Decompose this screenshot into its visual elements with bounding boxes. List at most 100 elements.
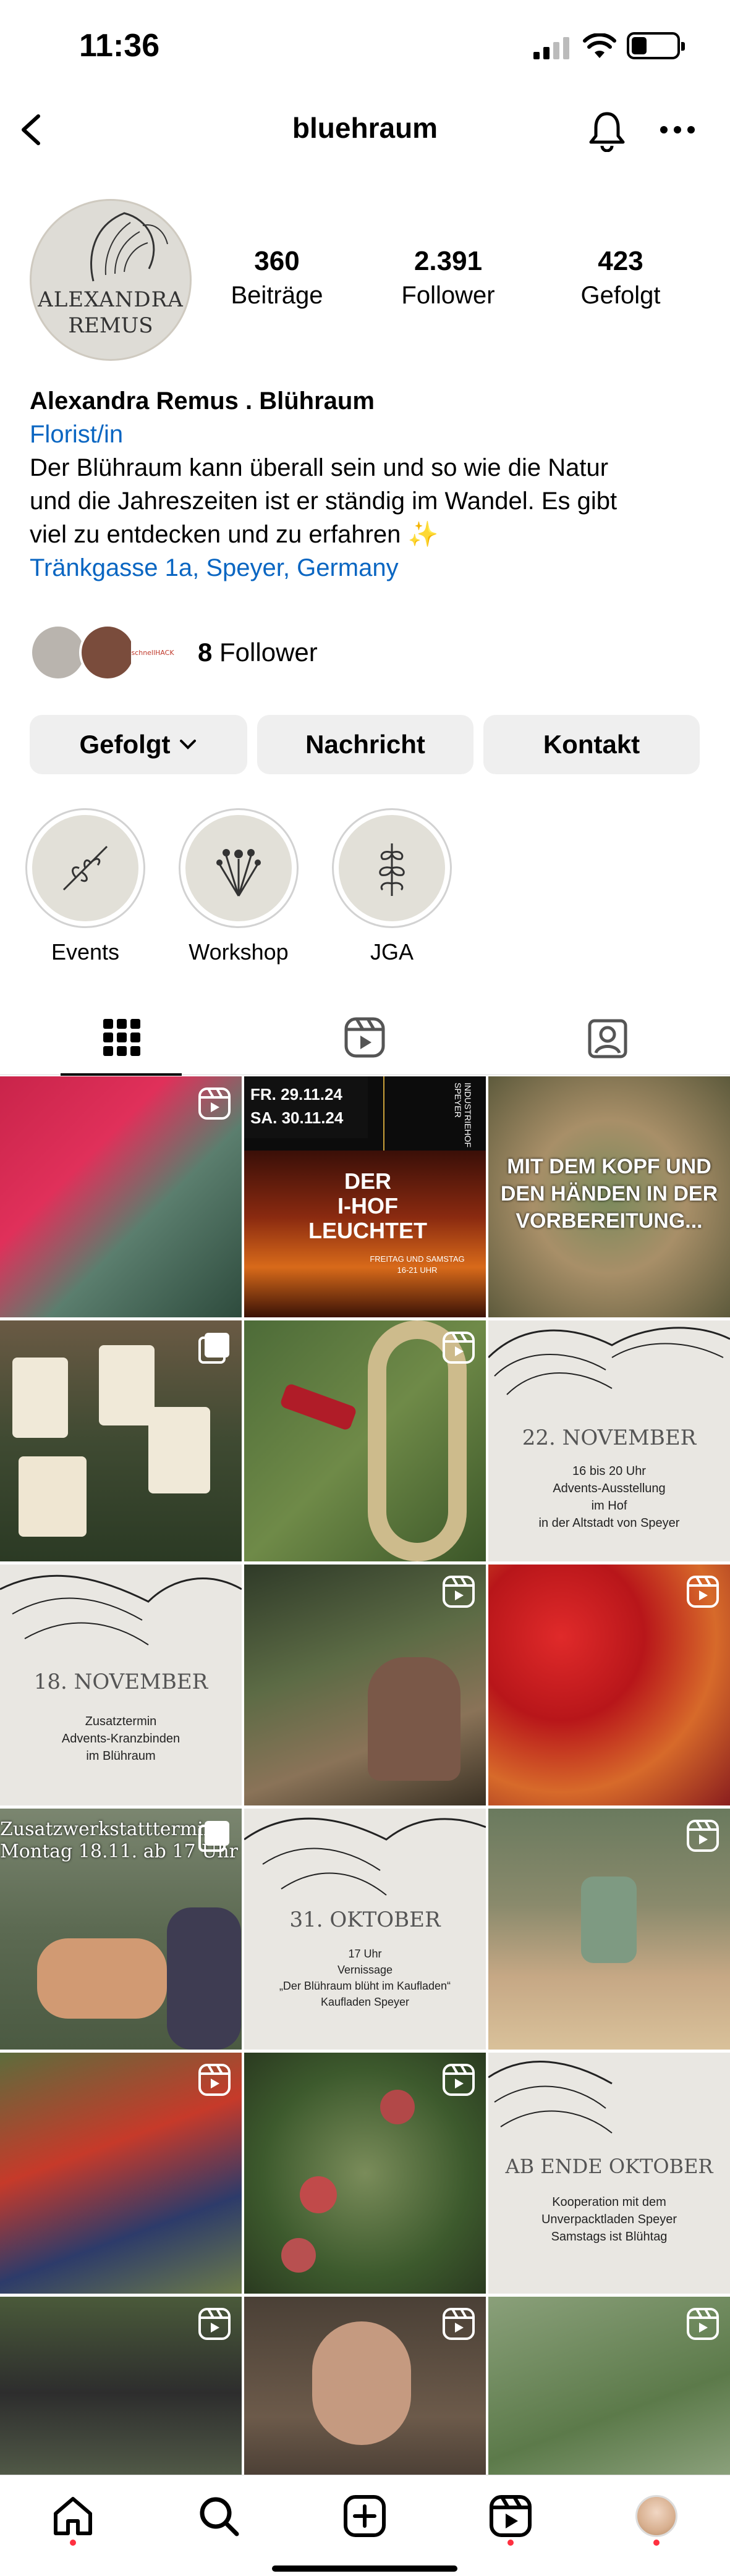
profile-avatar	[635, 2495, 677, 2537]
stat-posts-label: Beiträge	[231, 282, 323, 309]
post-event-details: 17 Uhr Vernissage „Der Blühraum blüht im…	[244, 1946, 486, 2010]
post-grid: FR. 29.11.24 SA. 30.11.24 INDUSTRIEHOF S…	[0, 1076, 730, 2475]
post-tile[interactable]	[488, 1809, 730, 2050]
leaf-drawing-icon	[488, 2061, 613, 2134]
post-time: 16-21 UHR	[397, 1265, 438, 1275]
stat-following[interactable]: 423 Gefolgt	[540, 246, 701, 310]
nav-reels[interactable]	[486, 2491, 535, 2541]
post-event-line: in der Altstadt von Speyer	[538, 1516, 680, 1530]
post-tile[interactable]	[0, 2297, 242, 2475]
highlight-jga[interactable]: JGA	[330, 808, 454, 965]
post-event-details: Kooperation mit dem Unverpacktladen Spey…	[488, 2194, 730, 2245]
stat-following-label: Gefolgt	[580, 282, 661, 309]
post-tile[interactable]: AB ENDE OKTOBER Kooperation mit dem Unve…	[488, 2053, 730, 2294]
profile-avatar[interactable]: ALEXANDRA REMUS	[30, 199, 192, 361]
mutual-followers[interactable]: schnellHACK 8 Follower	[30, 622, 462, 683]
profile-name: Alexandra Remus . Blühraum	[30, 387, 375, 415]
message-button-label: Nachricht	[305, 730, 425, 759]
contact-button[interactable]: Kontakt	[483, 715, 700, 774]
post-side-label: INDUSTRIEHOF SPEYER	[453, 1083, 473, 1147]
post-overlay-line: VORBEREITUNG...	[516, 1209, 703, 1233]
post-tile[interactable]	[488, 2297, 730, 2475]
status-time: 11:36	[79, 28, 160, 64]
post-tile[interactable]	[488, 1565, 730, 1805]
highlight-label: JGA	[370, 939, 414, 965]
mutual-label: Follower	[219, 638, 318, 667]
following-button[interactable]: Gefolgt	[30, 715, 247, 774]
stat-posts[interactable]: 360 Beiträge	[197, 246, 357, 310]
post-tile[interactable]	[244, 1565, 486, 1805]
notification-dot	[653, 2540, 660, 2546]
more-horizontal-icon[interactable]	[658, 124, 697, 136]
highlight-workshop[interactable]: Workshop	[177, 808, 300, 965]
plus-square-icon	[344, 2495, 386, 2537]
post-tile[interactable]: 18. NOVEMBER Zusatztermin Advents-Kranzb…	[0, 1565, 242, 1805]
post-event-line: Advents-Ausstellung	[553, 1482, 666, 1495]
highlight-events[interactable]: Events	[23, 808, 147, 965]
reels-icon	[344, 1017, 384, 1058]
post-event-line: im Hof	[591, 1499, 627, 1513]
stat-following-value: 423	[598, 246, 643, 276]
wifi-icon	[583, 33, 616, 58]
contact-button-label: Kontakt	[543, 730, 640, 759]
mutual-avatar	[79, 624, 136, 681]
post-tile[interactable]	[0, 1320, 242, 1561]
reels-badge-icon	[443, 2064, 475, 2096]
post-tile[interactable]: Zusatzwerkstatttermin Montag 18.11. ab 1…	[0, 1809, 242, 2050]
post-event-details: Zusatztermin Advents-Kranzbinden im Blüh…	[0, 1713, 242, 1765]
post-tile[interactable]: 22. NOVEMBER 16 bis 20 Uhr Advents-Ausst…	[488, 1320, 730, 1561]
post-tile[interactable]	[0, 2053, 242, 2294]
tagged-icon	[588, 1019, 627, 1058]
post-date: SA. 30.11.24	[250, 1109, 344, 1127]
post-event-details: 16 bis 20 Uhr Advents-Ausstellung im Hof…	[488, 1463, 730, 1532]
chevron-down-icon	[180, 740, 197, 750]
stat-posts-value: 360	[254, 246, 300, 276]
stat-followers-label: Follower	[401, 282, 495, 309]
post-tile[interactable]: MIT DEM KOPF UND DEN HÄNDEN IN DER VORBE…	[488, 1076, 730, 1317]
post-tile[interactable]: FR. 29.11.24 SA. 30.11.24 INDUSTRIEHOF S…	[244, 1076, 486, 1317]
nav-search[interactable]	[194, 2491, 244, 2541]
stat-followers[interactable]: 2.391 Follower	[368, 246, 528, 310]
reels-badge-icon	[198, 2064, 231, 2096]
post-event-title: 31. OKTOBER	[289, 1907, 441, 1932]
mutual-avatar	[30, 624, 87, 681]
post-event-title: AB ENDE OKTOBER	[505, 2155, 713, 2178]
reels-badge-icon	[198, 1087, 231, 1120]
post-event-line: im Blühraum	[86, 1749, 156, 1763]
leaf-drawing-icon	[0, 1574, 242, 1645]
flower-bunch-icon	[216, 849, 261, 897]
post-tile[interactable]	[0, 1076, 242, 1317]
grid-icon	[103, 1019, 140, 1056]
post-overlay-line: MIT DEM KOPF UND	[507, 1155, 711, 1178]
nav-home[interactable]	[48, 2491, 98, 2541]
post-tile[interactable]	[244, 1320, 486, 1561]
leaf-stem-icon	[379, 843, 405, 896]
reels-badge-icon	[687, 1576, 719, 1608]
post-event-line: Kooperation mit dem	[552, 2195, 666, 2209]
leaf-drawing-icon	[244, 1817, 486, 1896]
notification-dot	[70, 2540, 76, 2546]
post-title-line: I-HOF	[337, 1193, 398, 1218]
profile-category[interactable]: Florist/in	[30, 418, 710, 451]
message-button[interactable]: Nachricht	[257, 715, 473, 774]
tab-reels[interactable]	[243, 1000, 486, 1075]
stat-followers-value: 2.391	[414, 246, 483, 276]
post-overlay-line: DEN HÄNDEN IN DER	[500, 1182, 718, 1206]
bio-line: und die Jahreszeiten ist er ständig im W…	[30, 488, 618, 515]
post-tile[interactable]: 31. OKTOBER 17 Uhr Vernissage „Der Blühr…	[244, 1809, 486, 2050]
post-event-line: 16 bis 20 Uhr	[572, 1464, 646, 1478]
post-title-line: DER	[344, 1168, 391, 1194]
post-date: FR. 29.11.24	[250, 1085, 342, 1104]
post-tile[interactable]	[244, 2053, 486, 2294]
tab-tagged[interactable]	[486, 1000, 729, 1075]
tab-grid[interactable]	[0, 1000, 243, 1076]
post-tile[interactable]	[244, 2297, 486, 2475]
nav-create[interactable]	[340, 2491, 389, 2541]
home-icon	[54, 2497, 92, 2535]
mutual-brand-text: schnellHACK	[131, 649, 174, 657]
profile-location[interactable]: Tränkgasse 1a, Speyer, Germany	[30, 551, 710, 585]
bio-line: Der Blühraum kann überall sein und so wi…	[30, 454, 609, 481]
bell-icon[interactable]	[587, 110, 627, 152]
nav-profile[interactable]	[632, 2491, 681, 2541]
carousel-badge-icon	[198, 1821, 229, 1852]
